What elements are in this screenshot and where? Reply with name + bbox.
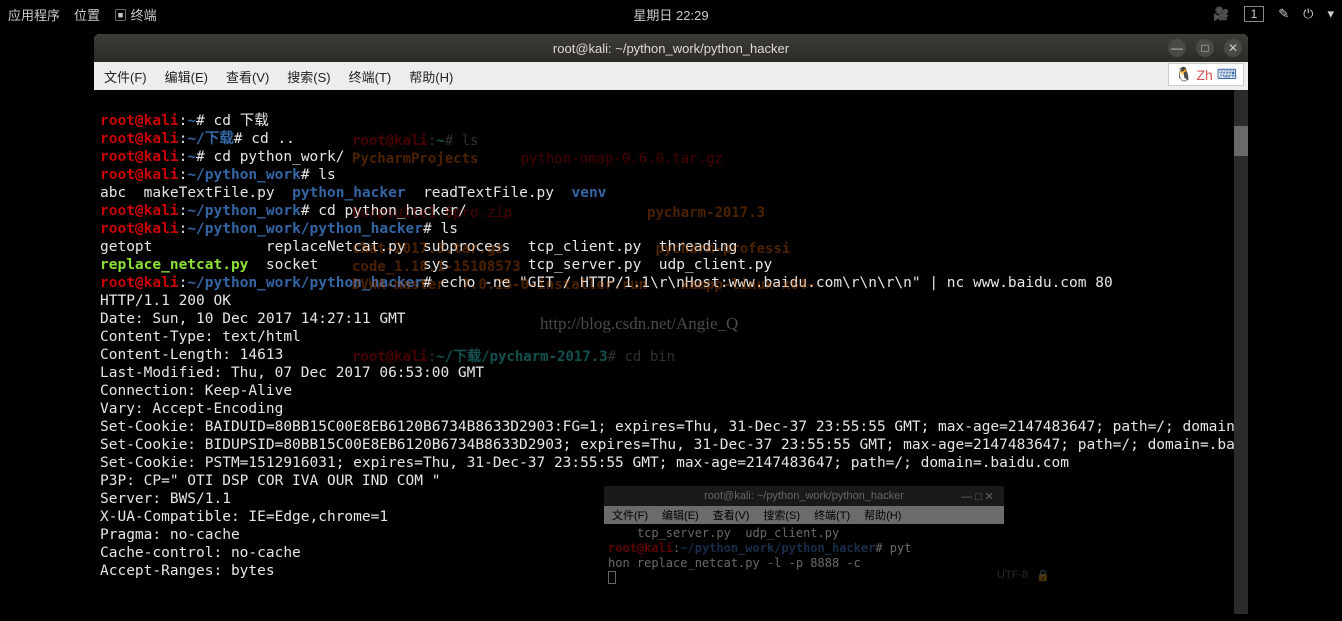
titlebar[interactable]: root@kali: ~/python_work/python_hacker —… [94, 34, 1248, 62]
top-panel: 应用程序 位置 ▣ 终端 星期日 22:29 🎥 1 ✎ ⏻ ▾ [0, 0, 1342, 28]
menu-help[interactable]: 帮助(H) [409, 67, 453, 86]
applications-menu[interactable]: 应用程序 [8, 5, 60, 24]
minimize-button[interactable]: — [1168, 39, 1186, 57]
penguin-icon: 🐧 [1175, 66, 1192, 83]
menu-file[interactable]: 文件(F) [104, 67, 147, 86]
scrollbar[interactable] [1234, 90, 1248, 614]
workspace-indicator[interactable]: 1 [1244, 6, 1265, 22]
clock[interactable]: 星期日 22:29 [633, 5, 708, 24]
menu-edit[interactable]: 编辑(E) [165, 67, 208, 86]
power-icon[interactable]: ⏻ [1303, 6, 1313, 22]
keyboard-icon: ⌨ [1217, 66, 1237, 83]
ime-indicator[interactable]: 🐧 Zh ⌨ [1168, 63, 1244, 86]
places-menu[interactable]: 位置 [74, 5, 100, 24]
dropdown-icon[interactable]: ▾ [1327, 6, 1334, 22]
terminal-launcher[interactable]: ▣ 终端 [114, 5, 157, 24]
menu-view[interactable]: 查看(V) [226, 67, 269, 86]
terminal-window: root@kali: ~/python_work/python_hacker —… [94, 34, 1248, 614]
menubar: 文件(F) 编辑(E) 查看(V) 搜索(S) 终端(T) 帮助(H) 🐧 Zh… [94, 62, 1248, 90]
terminal-launcher-label: 终端 [131, 8, 157, 23]
maximize-button[interactable]: □ [1196, 39, 1214, 57]
close-button[interactable]: ✕ [1224, 39, 1242, 57]
tools-icon[interactable]: ✎ [1278, 6, 1289, 22]
scrollbar-thumb[interactable] [1234, 126, 1248, 156]
video-icon[interactable]: 🎥 [1213, 6, 1229, 22]
window-title: root@kali: ~/python_work/python_hacker [553, 41, 789, 56]
ime-lang: Zh [1196, 67, 1212, 83]
menu-terminal[interactable]: 终端(T) [349, 67, 392, 86]
menu-search[interactable]: 搜索(S) [287, 67, 330, 86]
terminal-body[interactable]: root@kali:~# cd 下载 root@kali:~/下载# cd ..… [94, 90, 1248, 614]
